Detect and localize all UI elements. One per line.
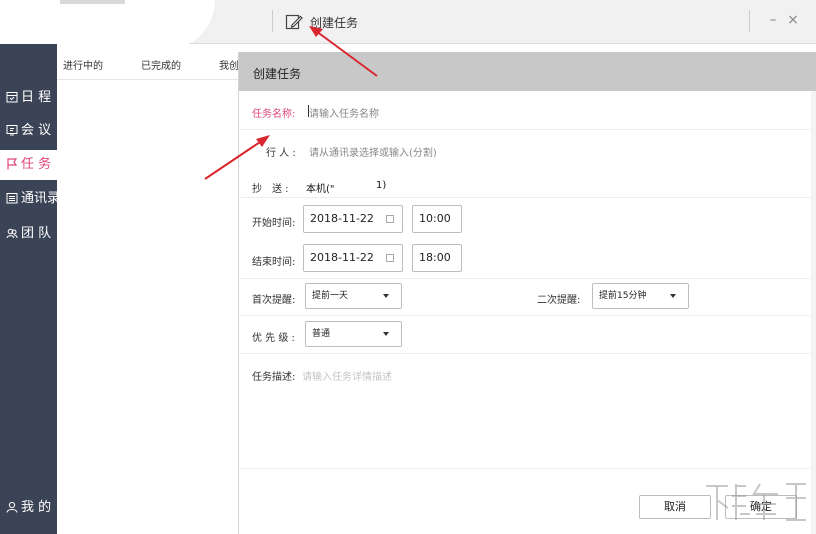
cc-label: 抄 送 : [252,184,289,195]
meeting-icon [6,125,18,136]
tab-completed[interactable]: 已完成的 [141,57,181,72]
start-time-input[interactable]: 10:00 [412,205,462,233]
assignee-input[interactable]: 请从通讯录选择或输入(分割) [309,144,437,159]
titlebar-divider [272,10,273,32]
edit-icon[interactable] [285,13,303,31]
redacted-area-edge [60,0,125,4]
sidebar-item-label: 会 议 [21,123,52,138]
close-button[interactable]: × [786,12,800,30]
first-reminder-label: 首次提醒: [252,295,296,306]
sidebar-item-label: 通讯录 [21,191,61,206]
cc-value[interactable]: 本机(" [306,180,335,195]
start-date-value: 2018-11-22 [310,212,374,225]
scrollbar-track[interactable] [811,91,816,534]
calendar-icon [386,254,394,262]
end-time-input[interactable]: 18:00 [412,244,462,272]
calendar-icon [386,215,394,223]
user-icon [6,501,18,513]
sidebar-item-label: 任 务 [21,157,52,172]
chevron-down-icon [383,332,389,336]
second-reminder-select[interactable]: 提前15分钟 [592,283,689,309]
cc-value-tail: 1) [376,180,387,191]
redacted-area [0,0,215,50]
sidebar-item-profile[interactable]: 我 的 [0,493,57,523]
assignee-label: 行 人 : [266,148,296,159]
create-task-dialog: 创建任务 任务名称: 请输入任务名称 行 人 : 请从通讯录选择或输入(分割) … [238,52,816,534]
chevron-down-icon [383,294,389,298]
sidebar-item-team[interactable]: 团 队 [0,219,57,249]
sidebar-item-label: 我 的 [21,500,52,515]
task-list-area [57,80,240,534]
second-reminder-value: 提前15分钟 [599,291,647,301]
app-window: 创建任务 – × 日 程 会 议 任 务 通讯录 团 队 我 的 进行中的 已完… [0,0,816,534]
dialog-header [239,52,816,91]
start-time-label: 开始时间: [252,218,296,229]
titlebar-divider [749,10,750,32]
task-name-input[interactable]: 请输入任务名称 [309,105,379,120]
sidebar-item-label: 日 程 [21,90,52,105]
create-task-button[interactable]: 创建任务 [310,14,358,31]
description-label: 任务描述: [252,372,296,383]
priority-select[interactable]: 普通 [305,321,402,347]
tab-created-by-me[interactable]: 我创 [219,57,239,72]
divider [239,197,811,198]
divider [239,468,811,469]
description-input[interactable]: 请输入任务详情描述 [302,368,392,383]
dialog-title: 创建任务 [253,67,302,81]
sidebar-item-contacts[interactable]: 通讯录 [0,184,61,214]
priority-label: 优 先 级 : [252,333,295,344]
end-time-value: 18:00 [419,251,451,264]
start-date-picker[interactable]: 2018-11-22 [303,205,403,233]
divider [239,315,811,316]
sidebar-item-tasks[interactable]: 任 务 [0,150,57,180]
end-time-label: 结束时间: [252,257,296,268]
watermark-logo [706,483,806,521]
contacts-icon [6,193,18,204]
team-icon [6,228,18,239]
sidebar-item-label: 团 队 [21,226,52,241]
tab-in-progress[interactable]: 进行中的 [63,57,103,72]
minimize-button[interactable]: – [766,12,780,30]
priority-value: 普通 [312,329,331,339]
cancel-button[interactable]: 取消 [639,495,711,519]
divider [239,129,811,130]
chevron-down-icon [670,294,676,298]
end-date-picker[interactable]: 2018-11-22 [303,244,403,272]
second-reminder-label: 二次提醒: [537,295,581,306]
task-name-label: 任务名称: [252,109,296,120]
divider [239,353,811,354]
calendar-icon [6,92,18,103]
first-reminder-select[interactable]: 提前一天 [305,283,402,309]
sidebar: 日 程 会 议 任 务 通讯录 团 队 我 的 [0,44,61,534]
divider [239,278,811,279]
sidebar-item-schedule[interactable]: 日 程 [0,83,57,113]
flag-icon [7,158,18,170]
first-reminder-value: 提前一天 [312,291,349,301]
sidebar-item-meeting[interactable]: 会 议 [0,116,57,146]
end-date-value: 2018-11-22 [310,251,374,264]
start-time-value: 10:00 [419,212,451,225]
